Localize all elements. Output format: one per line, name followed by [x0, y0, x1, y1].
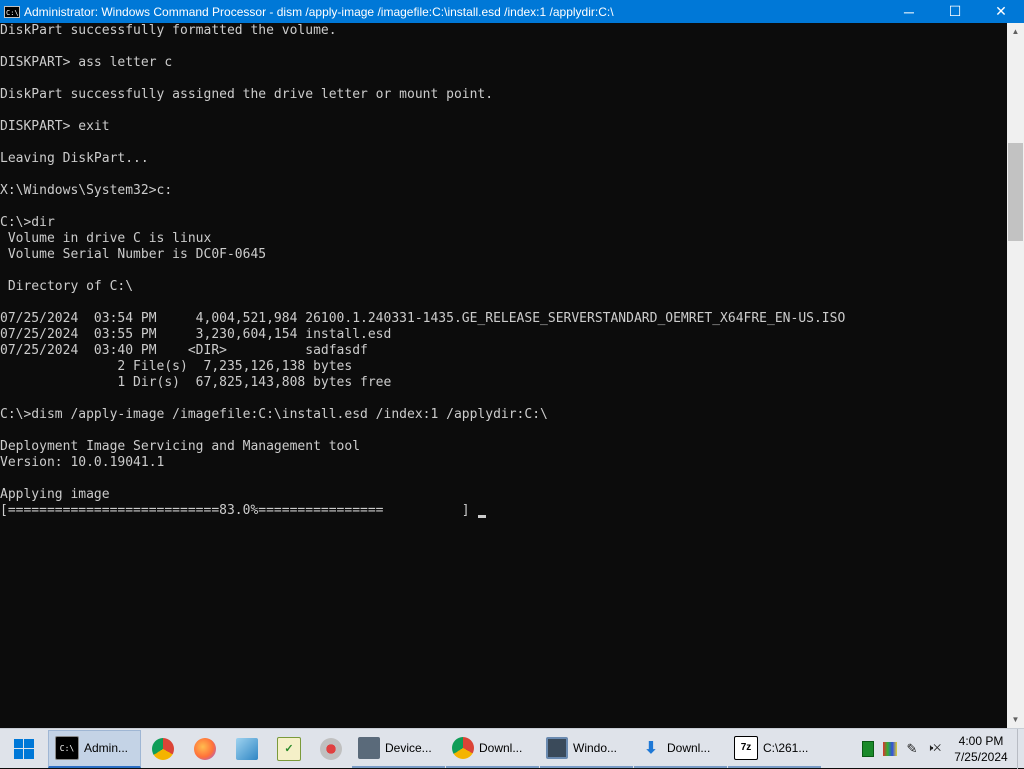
- pen-icon[interactable]: ✎: [901, 738, 923, 760]
- console-line: Directory of C:\: [0, 279, 134, 294]
- taskbar-app-4[interactable]: ✓: [268, 730, 310, 768]
- console-line: Leaving DiskPart...: [0, 151, 149, 166]
- taskbar-buttons: C:\ Admin... ✓ Device... Downl... Windo... ⬇ Do…: [48, 729, 822, 769]
- taskbar-button-label: Windo...: [573, 740, 618, 755]
- console-line: C:\>dism /apply-image /imagefile:C:\inst…: [0, 407, 548, 422]
- console-line: Version: 10.0.19041.1: [0, 455, 165, 470]
- minimize-button[interactable]: ─: [886, 0, 932, 23]
- chrome-icon: [152, 737, 174, 760]
- scroll-down-arrow-icon[interactable]: ▼: [1007, 711, 1024, 728]
- notepad-check-icon: ✓: [277, 736, 301, 761]
- console-line: X:\Windows\System32>c:: [0, 183, 173, 198]
- cmd-icon[interactable]: C:\: [4, 5, 20, 18]
- console-line: 07/25/2024 03:55 PM 3,230,604,154 instal…: [0, 327, 392, 342]
- 7zip-icon: 7z: [734, 735, 758, 760]
- taskbar-firefox[interactable]: [184, 730, 226, 768]
- window-title: Administrator: Windows Command Processor…: [24, 4, 614, 19]
- taskbar-button-label: Downl...: [667, 740, 711, 755]
- taskbar-button-label: Downl...: [479, 740, 523, 755]
- console-line: 2 File(s) 7,235,126,138 bytes: [0, 359, 353, 374]
- taskbar-cmd[interactable]: C:\ Admin...: [48, 729, 141, 768]
- console-line: Volume in drive C is linux: [0, 231, 212, 246]
- maximize-button[interactable]: ☐: [932, 0, 978, 23]
- title-bar[interactable]: C:\ Administrator: Windows Command Proce…: [0, 0, 1024, 23]
- console-line: Applying image: [0, 487, 110, 502]
- scroll-up-arrow-icon[interactable]: ▲: [1007, 23, 1024, 40]
- color-app-icon[interactable]: [879, 738, 901, 760]
- console-line: DiskPart successfully formatted the volu…: [0, 23, 337, 38]
- taskbar-button-label: Device...: [385, 740, 432, 755]
- console-line: 1 Dir(s) 67,825,143,808 bytes free: [0, 375, 392, 390]
- clock[interactable]: 4:00 PM 7/25/2024: [945, 733, 1017, 765]
- volume-muted-icon[interactable]: 🕨✕: [923, 738, 945, 760]
- green-app-icon[interactable]: [857, 738, 879, 760]
- monitor-icon: [546, 736, 568, 759]
- window-app-icon: [236, 737, 258, 760]
- text-cursor: [477, 515, 486, 518]
- taskbar-device[interactable]: Device...: [352, 730, 445, 768]
- taskbar-button-label: C:\261...: [763, 740, 809, 755]
- download-icon: ⬇: [644, 739, 658, 757]
- console-line: DiskPart successfully assigned the drive…: [0, 87, 494, 102]
- taskbar-7zip[interactable]: 7z C:\261...: [728, 730, 821, 768]
- window-controls: ─ ☐ ✕: [886, 0, 1024, 23]
- console-output[interactable]: DiskPart successfully formatted the volu…: [0, 23, 1007, 728]
- taskbar-downloads[interactable]: ⬇ Downl...: [634, 730, 727, 768]
- paint-icon: [320, 737, 342, 760]
- taskbar-downloads-chrome[interactable]: Downl...: [446, 730, 539, 768]
- console-line: DISKPART> ass letter c: [0, 55, 173, 70]
- console-line: 07/25/2024 03:40 PM <DIR> sadfasdf: [0, 343, 368, 358]
- start-button[interactable]: [0, 729, 48, 769]
- console-line: DISKPART> exit: [0, 119, 110, 134]
- clock-time: 4:00 PM: [958, 733, 1004, 748]
- scrollbar-thumb[interactable]: [1008, 143, 1023, 241]
- console-line: Volume Serial Number is DC0F-0645: [0, 247, 267, 262]
- close-button[interactable]: ✕: [978, 0, 1024, 23]
- vertical-scrollbar[interactable]: ▲ ▼: [1007, 23, 1024, 728]
- console-line: Deployment Image Servicing and Managemen…: [0, 439, 361, 454]
- firefox-icon: [194, 737, 216, 760]
- taskbar-button-label: Admin...: [84, 741, 129, 755]
- taskbar-app-3[interactable]: [226, 730, 268, 768]
- taskbar: C:\ Admin... ✓ Device... Downl... Windo... ⬇ Do…: [0, 728, 1024, 769]
- console-line: C:\>dir: [0, 215, 55, 230]
- taskbar-windows[interactable]: Windo...: [540, 730, 633, 768]
- clock-date: 7/25/2024: [954, 749, 1008, 764]
- progress-line: [===========================83.0%=======…: [0, 503, 1007, 519]
- chrome-icon: [452, 736, 474, 759]
- device-manager-icon: [358, 736, 380, 759]
- windows-logo-icon: [14, 738, 34, 759]
- taskbar-chrome[interactable]: [142, 730, 184, 768]
- taskbar-app-5[interactable]: [310, 730, 352, 768]
- show-desktop-button[interactable]: [1017, 728, 1024, 769]
- console-line: 07/25/2024 03:54 PM 4,004,521,984 26100.…: [0, 311, 846, 326]
- progress-bar-text: [===========================83.0%=======…: [0, 503, 470, 518]
- system-tray: ✎ 🕨✕ 4:00 PM 7/25/2024: [857, 728, 1024, 769]
- cmd-icon: C:\: [55, 736, 79, 760]
